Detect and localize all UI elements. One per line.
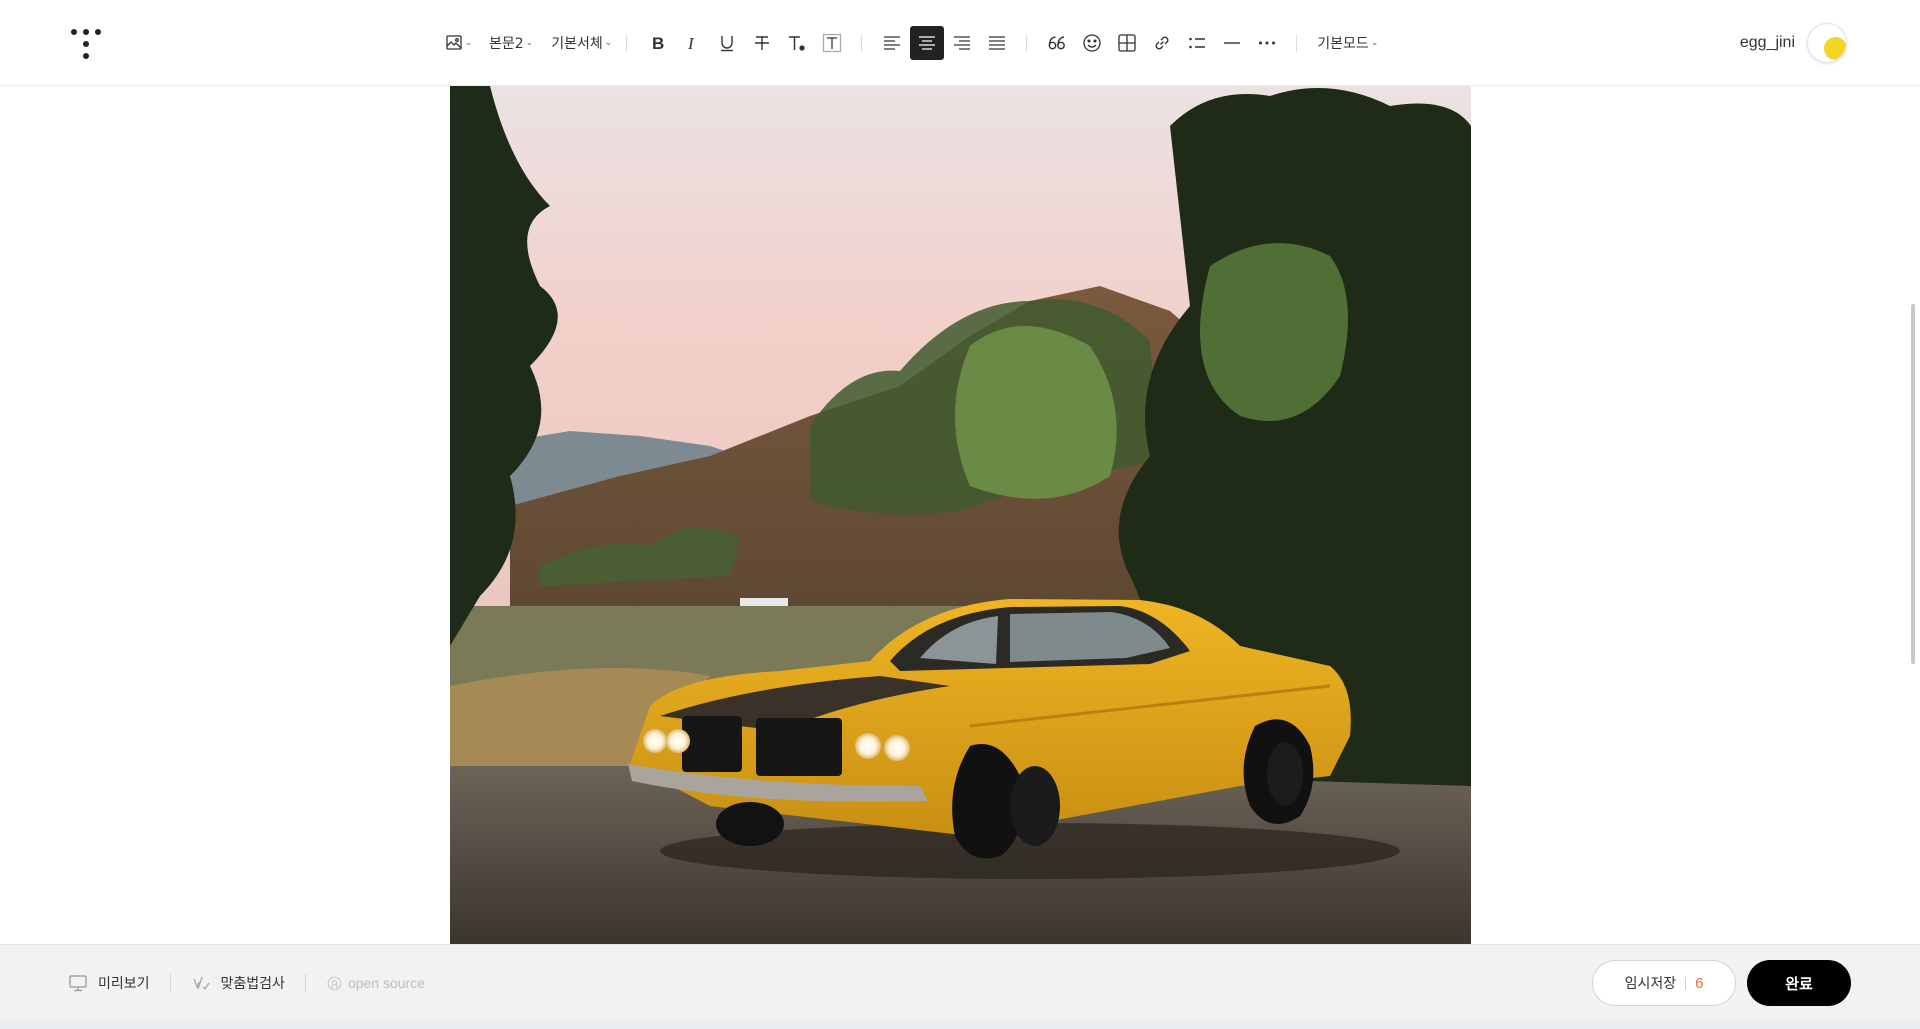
- editor-toolbar: ⌄ 본문2 ⌄ 기본서체 ⌄ B I 기본모드 ⌄ egg_jini: [0, 0, 1920, 86]
- table-icon: [1118, 34, 1136, 52]
- italic-button[interactable]: I: [675, 26, 709, 60]
- table-button[interactable]: [1110, 26, 1144, 60]
- text-color-icon: [788, 36, 805, 51]
- done-label: 완료: [1785, 974, 1813, 993]
- paragraph-style-dropdown[interactable]: 본문2 ⌄: [489, 33, 533, 53]
- preview-label: 미리보기: [98, 976, 150, 992]
- toolbar-divider: [626, 34, 628, 52]
- more-icon: [1258, 41, 1275, 45]
- monitor-icon: [69, 975, 87, 992]
- text-background-icon: [822, 33, 841, 53]
- underline-button[interactable]: [710, 26, 744, 60]
- toolbar-divider: [1296, 34, 1298, 52]
- align-justify-icon: [988, 36, 1005, 50]
- post-image[interactable]: [450, 86, 1471, 944]
- editor-mode-dropdown[interactable]: 기본모드 ⌄: [1317, 33, 1378, 53]
- text-background-button[interactable]: [815, 26, 849, 60]
- open-source-label: open source: [347, 975, 425, 991]
- footer-divider: [169, 974, 171, 992]
- scrollbar[interactable]: [1906, 86, 1920, 944]
- svg-text:I: I: [687, 34, 695, 53]
- svg-text:B: B: [652, 34, 664, 53]
- publish-done-button[interactable]: 완료: [1747, 960, 1851, 1006]
- bold-icon: B: [652, 34, 664, 53]
- open-source-icon: [327, 976, 342, 990]
- taskbar-strip: [0, 1020, 1920, 1029]
- emoticon-button[interactable]: [1075, 26, 1109, 60]
- tistory-logo[interactable]: [70, 27, 102, 59]
- user-profile: egg_jini: [1740, 22, 1847, 64]
- toolbar-divider: [861, 34, 863, 52]
- spellcheck-icon: [192, 976, 210, 991]
- preview-button[interactable]: 미리보기: [68, 973, 150, 993]
- strikethrough-button[interactable]: [745, 26, 779, 60]
- editor-mode-label: 기본모드: [1317, 36, 1369, 52]
- more-options-button[interactable]: [1250, 26, 1284, 60]
- quote-icon: [1048, 36, 1065, 50]
- quote-button[interactable]: [1040, 26, 1074, 60]
- link-icon: [1155, 36, 1169, 50]
- open-source-link[interactable]: open source: [326, 975, 425, 992]
- bullet-list-icon: [1188, 37, 1205, 49]
- temp-save-divider: [1685, 976, 1687, 990]
- spellcheck-label: 맞춤법검사: [220, 976, 285, 992]
- car-photo: [450, 86, 1471, 944]
- avatar[interactable]: [1807, 23, 1847, 63]
- italic-icon: I: [687, 34, 695, 53]
- horizontal-line-button[interactable]: [1215, 26, 1249, 60]
- underline-icon: [720, 36, 733, 52]
- chevron-down-icon: ⌄: [604, 38, 613, 48]
- align-right-icon: [953, 36, 970, 50]
- chevron-down-icon: ⌄: [1370, 38, 1379, 48]
- font-family-label: 기본서체: [551, 36, 603, 52]
- emoticon-icon: [1083, 34, 1101, 52]
- align-left-button[interactable]: [875, 26, 909, 60]
- align-justify-button[interactable]: [980, 26, 1014, 60]
- editor-footer: 미리보기 맞춤법검사 open source 임시저장 6 완료: [0, 944, 1920, 1020]
- insert-image-dropdown[interactable]: ⌄: [441, 26, 477, 60]
- image-icon: [446, 35, 462, 50]
- align-center-icon: [918, 36, 935, 50]
- bold-button[interactable]: B: [640, 26, 674, 60]
- chevron-down-icon: ⌄: [464, 38, 473, 48]
- text-color-button[interactable]: [780, 26, 814, 60]
- footer-divider: [304, 974, 306, 992]
- scrollbar-thumb[interactable]: [1911, 304, 1915, 664]
- spellcheck-button[interactable]: 맞춤법검사: [191, 973, 285, 993]
- align-center-button[interactable]: [909, 26, 944, 60]
- list-button[interactable]: [1180, 26, 1214, 60]
- link-button[interactable]: [1145, 26, 1179, 60]
- temp-save-button[interactable]: 임시저장 6: [1592, 960, 1736, 1006]
- horizontal-line-icon: [1223, 42, 1240, 44]
- temp-save-count[interactable]: 6: [1695, 975, 1703, 992]
- editor-content[interactable]: [0, 86, 1920, 944]
- strikethrough-icon: [754, 36, 769, 50]
- align-right-button[interactable]: [945, 26, 979, 60]
- paragraph-style-label: 본문2: [489, 36, 524, 52]
- font-family-dropdown[interactable]: 기본서체 ⌄: [551, 33, 612, 53]
- toolbar-divider: [1026, 34, 1028, 52]
- username: egg_jini: [1739, 34, 1795, 51]
- chevron-down-icon: ⌄: [525, 38, 534, 48]
- align-left-icon: [883, 36, 900, 50]
- temp-save-label: 임시저장: [1624, 976, 1677, 992]
